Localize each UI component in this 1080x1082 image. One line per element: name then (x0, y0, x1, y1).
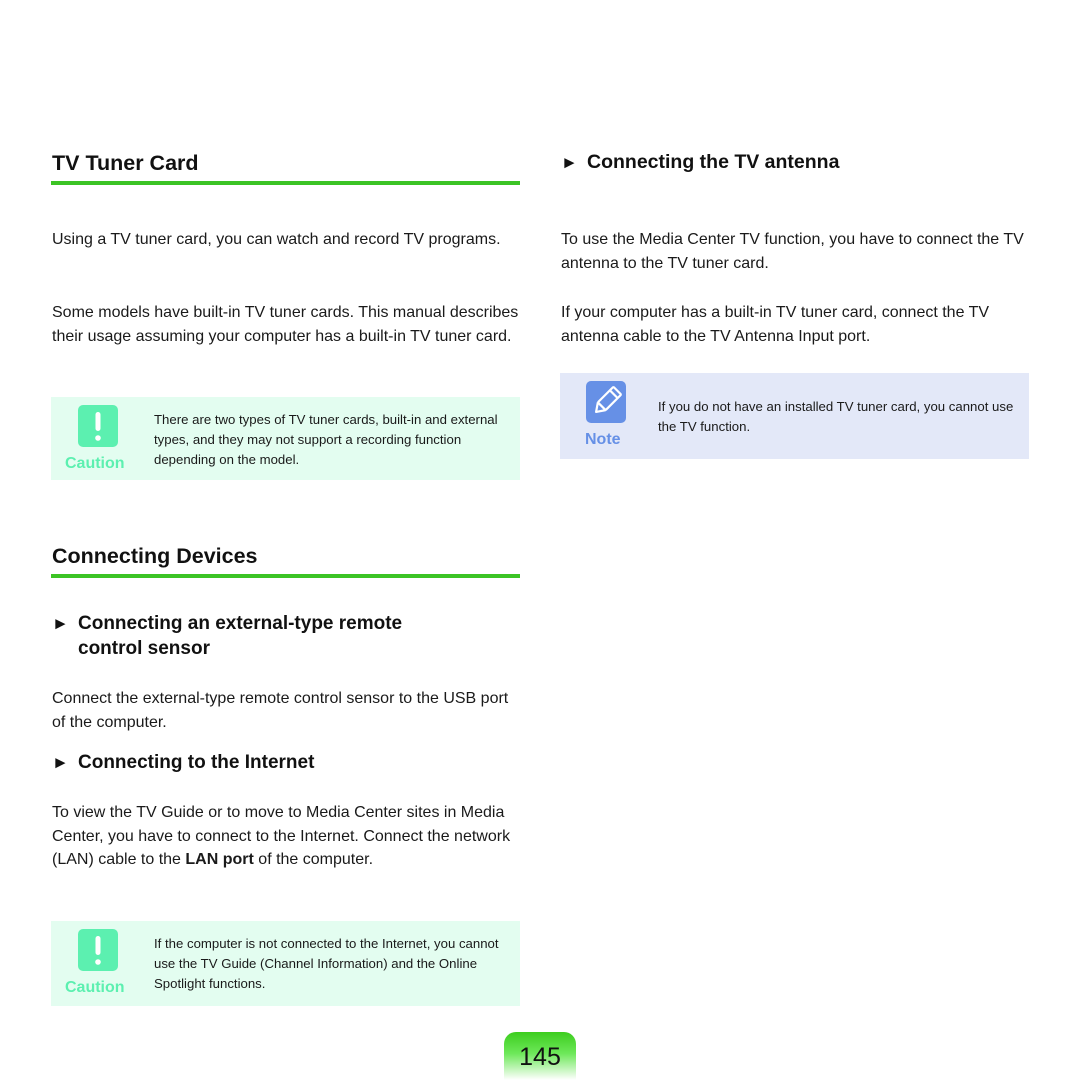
caution-label: Caution (65, 455, 125, 472)
caution-callout: Caution There are two types of TV tuner … (51, 397, 520, 480)
exclamation-icon (78, 929, 118, 971)
paragraph: To view the TV Guide or to move to Media… (52, 801, 522, 872)
subsection-title-tv-antenna: ► Connecting the TV antenna (561, 150, 1031, 175)
paragraph-bold-text: LAN port (185, 851, 254, 868)
caution-text: There are two types of TV tuner cards, b… (154, 412, 498, 467)
subsection-title-text: Connecting the TV antenna (587, 151, 840, 173)
caution-text: If the computer is not connected to the … (154, 936, 499, 991)
note-label: Note (585, 431, 621, 448)
paragraph: If your computer has a built-in TV tuner… (561, 304, 990, 345)
paragraph-text: of the computer. (253, 851, 374, 868)
paragraph: Using a TV tuner card, you can watch and… (52, 231, 501, 248)
subsection-title-text: Connecting an external-type remote (78, 613, 403, 634)
subsection-title-internet: ► Connecting to the Internet (52, 750, 522, 775)
paragraph: Some models have built-in TV tuner cards… (52, 304, 519, 345)
page-number: 145 (504, 1032, 576, 1080)
note-callout: Note If you do not have an installed TV … (560, 373, 1029, 459)
caution-callout: Caution If the computer is not connected… (51, 921, 520, 1006)
exclamation-icon (78, 405, 118, 447)
caution-label: Caution (65, 979, 125, 996)
subsection-title-remote-sensor: ► Connecting an external-type remote cont… (52, 611, 522, 661)
note-text: If you do not have an installed TV tuner… (658, 399, 1014, 434)
arrow-right-icon: ► (52, 753, 69, 772)
arrow-right-icon: ► (52, 614, 69, 633)
pencil-icon (586, 381, 626, 423)
section-divider (51, 574, 520, 578)
paragraph: To use the Media Center TV function, you… (561, 231, 1024, 272)
subsection-title-text: Connecting to the Internet (78, 752, 315, 773)
section-title-tv-tuner-card: TV Tuner Card (52, 151, 199, 175)
subsection-title-text: control sensor (78, 638, 210, 659)
section-divider (51, 181, 520, 185)
arrow-right-icon: ► (561, 153, 578, 172)
section-title-connecting-devices: Connecting Devices (52, 544, 258, 568)
paragraph: Connect the external-type remote control… (52, 690, 509, 731)
